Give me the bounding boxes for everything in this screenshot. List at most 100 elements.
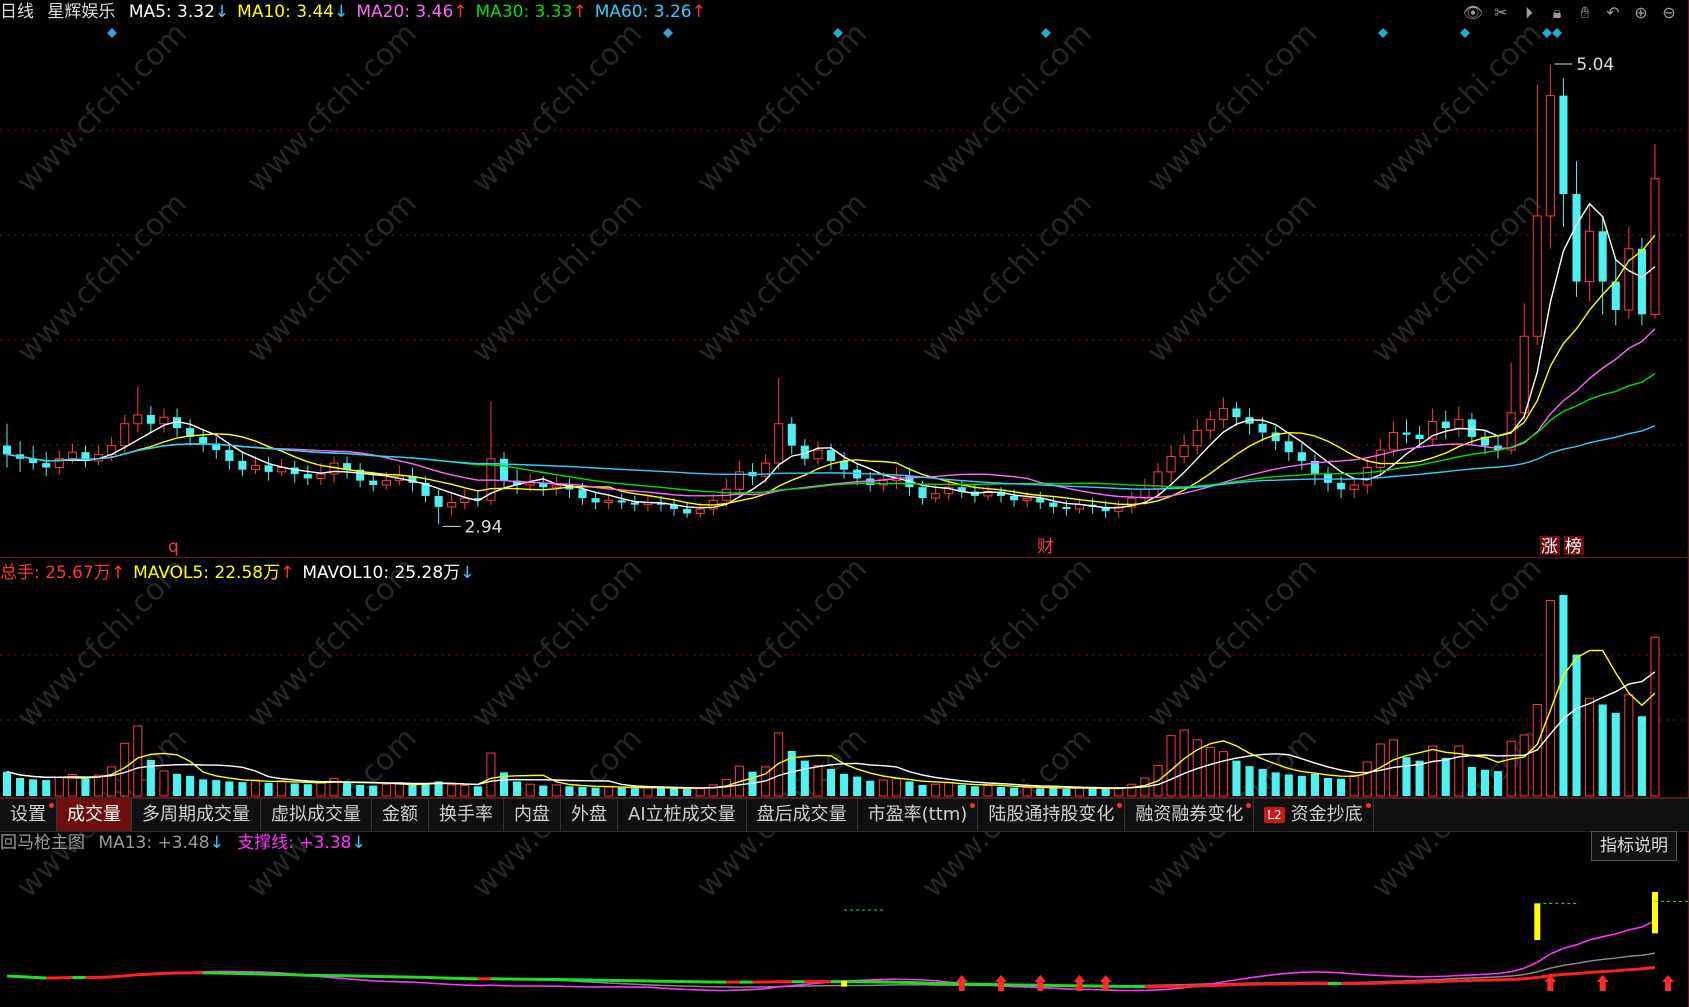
tab-label: 外盘	[571, 804, 607, 825]
tab-11[interactable]: 陆股通持股变化	[978, 799, 1126, 831]
tab-10[interactable]: 市盈率(ttm)	[858, 799, 979, 831]
period-label[interactable]: 日线	[0, 2, 34, 22]
candle-body	[591, 498, 600, 503]
volume-bar	[578, 786, 587, 796]
indicator-grey-line	[1471, 976, 1485, 979]
indicator-ma13-line	[1341, 972, 1355, 975]
tab-12[interactable]: 融资融券变化	[1125, 799, 1255, 831]
candle	[1545, 65, 1555, 249]
volume-bar	[486, 752, 496, 797]
candle-body	[1049, 502, 1058, 507]
candle-body	[1519, 335, 1529, 414]
volume-bar	[1179, 729, 1189, 797]
indicator-ma13-line	[373, 979, 387, 983]
tab-8[interactable]: AI立桩成交量	[618, 799, 747, 831]
candle	[1402, 419, 1411, 444]
volume-bar	[1062, 789, 1071, 796]
undo-icon[interactable]: ↶	[1601, 2, 1625, 24]
indicator-ma13-line	[412, 981, 426, 984]
volume-bar	[1036, 788, 1045, 796]
hand-icon[interactable]: ✋︎	[1573, 2, 1597, 24]
ma13-text: MA13: +3.48	[98, 833, 210, 853]
volume-bar	[604, 786, 614, 797]
candle-body	[120, 423, 130, 447]
tab-3[interactable]: 虚拟成交量	[261, 799, 372, 831]
indicator-ma13-line	[1484, 972, 1499, 976]
indicator-support-line	[1537, 974, 1551, 979]
volume-bar	[1624, 694, 1634, 797]
marker-bang: 榜	[1565, 537, 1582, 557]
volume-bar	[1297, 775, 1306, 796]
indicator-ma13-line	[438, 982, 452, 986]
volume-bar	[970, 786, 979, 796]
volume-bar	[460, 785, 470, 797]
volume-bar	[931, 783, 941, 797]
tab-5[interactable]: 换手率	[429, 799, 504, 831]
volume-bar	[565, 786, 574, 796]
volume-bar	[551, 784, 561, 797]
volume-bar	[708, 784, 718, 797]
candle	[1611, 259, 1620, 326]
eye-icon[interactable]: 👁	[1461, 2, 1485, 24]
tab-13[interactable]: L2 资金抄底	[1254, 799, 1374, 831]
zoom-in-icon[interactable]: ⊕	[1629, 2, 1653, 24]
high-price-label: 5.04	[1576, 55, 1614, 75]
volume-bar	[2, 771, 12, 796]
candle-body	[1362, 467, 1372, 486]
buy-arrow-icon	[1596, 975, 1609, 991]
volume-bar	[1362, 761, 1372, 797]
indicator-support-line	[124, 973, 138, 978]
candle	[1205, 410, 1215, 440]
candle	[343, 456, 352, 479]
indicator-ma13-line	[1602, 933, 1616, 938]
indicator-ma13-line	[647, 986, 662, 989]
scissors-icon[interactable]: ✂	[1489, 2, 1513, 24]
event-diamond-icon	[107, 28, 117, 38]
indicator-ma13-line	[1615, 929, 1630, 935]
candle	[643, 495, 653, 512]
tab-1[interactable]: 成交量	[57, 799, 132, 831]
explain-button[interactable]: 指标说明	[1591, 831, 1677, 861]
candle	[1454, 406, 1464, 437]
tab-6[interactable]: 内盘	[504, 799, 561, 831]
tab-label: 成交量	[67, 804, 121, 825]
indicator-grey-line	[582, 980, 596, 984]
play-icon[interactable]: ⏵	[1517, 2, 1541, 24]
tab-2[interactable]: 多周期成交量	[132, 799, 261, 831]
volume-bar	[591, 787, 600, 796]
tab-0[interactable]: 设置	[0, 799, 57, 831]
candle	[460, 489, 470, 510]
candle-body	[250, 464, 261, 471]
event-diamond-icon	[663, 28, 673, 38]
candle	[499, 452, 509, 490]
indicator-ma13-line	[1523, 961, 1538, 969]
candle-body	[67, 451, 77, 460]
candle	[146, 406, 155, 433]
volume-bar	[1010, 787, 1019, 796]
indicator-support-line	[6, 974, 21, 979]
tab-7[interactable]: 外盘	[561, 799, 618, 831]
indicator-grey-line	[634, 983, 648, 986]
candle-body	[225, 450, 234, 461]
candle	[683, 502, 692, 518]
candle-body	[683, 509, 692, 514]
low-price-label: 2.94	[465, 517, 503, 537]
volume-bar	[1310, 773, 1319, 796]
indicator-name[interactable]: 回马枪主图	[0, 833, 85, 853]
candle-body	[1022, 497, 1032, 501]
indicator-ma13-line	[1327, 971, 1342, 974]
tab-label: 市盈率(ttm)	[867, 804, 968, 825]
tab-9[interactable]: 盘后成交量	[747, 799, 858, 831]
candle-body	[381, 480, 391, 486]
zoom-out-icon[interactable]: ⊖	[1657, 2, 1681, 24]
ma-legend-item: MA60: 3.26↑	[595, 2, 706, 22]
marker-cai: 财	[1037, 537, 1054, 557]
candle	[1441, 410, 1450, 440]
candle	[1036, 491, 1045, 510]
ma-arrow: ↑	[572, 2, 587, 22]
candle-body	[551, 484, 561, 488]
lock-icon[interactable]: 🔒︎	[1545, 2, 1569, 24]
tab-4[interactable]: 金额	[372, 799, 429, 831]
volume-bar	[29, 779, 38, 796]
chart-canvas[interactable]: 5.04 2.94 q 财 涨榜	[0, 0, 1689, 1007]
